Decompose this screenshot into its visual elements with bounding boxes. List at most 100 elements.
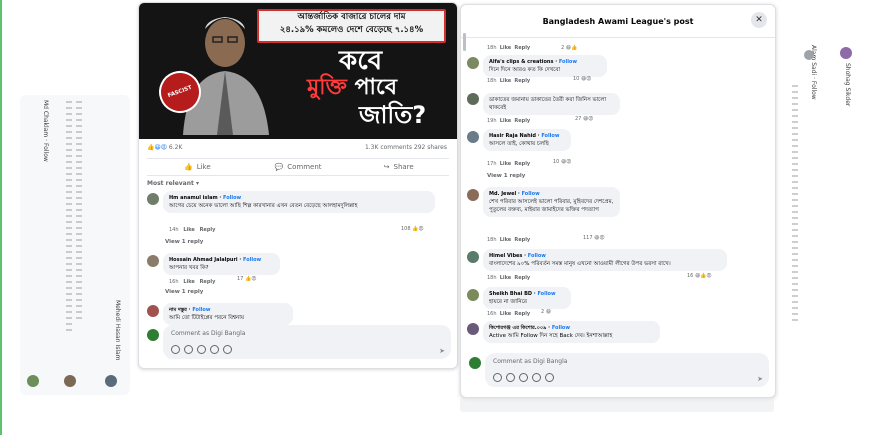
gif-icon[interactable] [532, 373, 541, 382]
follow-link[interactable]: Follow [243, 257, 261, 263]
comment-composer[interactable]: Comment as Digi Bangla ➤ [163, 325, 451, 359]
avatar[interactable] [467, 323, 479, 335]
view-replies-link[interactable]: View 1 reply [165, 289, 203, 295]
comment-reactions[interactable]: 17 👍😡 [237, 276, 256, 282]
comment-bubble: Sheikh Bhai BD · Follow হায়রে না জানিরে [483, 287, 571, 309]
comment-like-link[interactable]: Like [183, 227, 194, 233]
comment-reply-link[interactable]: Reply [514, 78, 530, 84]
comment-time[interactable]: 14h [169, 227, 179, 233]
comment-time[interactable]: 16h [487, 311, 497, 317]
comment-author[interactable]: Alfa's clips & creations [489, 59, 553, 65]
comment-like-link[interactable]: Like [500, 311, 511, 317]
avatar[interactable] [64, 375, 76, 387]
comment-like-link[interactable]: Like [500, 118, 511, 124]
comment-reply-link[interactable]: Reply [514, 275, 530, 281]
comment-author[interactable]: Sheikh Bhai BD [489, 291, 532, 297]
comment-reactions[interactable]: 2 😆👍 [561, 45, 577, 51]
avatar[interactable] [147, 305, 159, 317]
avatar[interactable] [467, 131, 479, 143]
emoji-icon[interactable] [184, 345, 193, 354]
comment-author[interactable]: Hossain Ahmad Jalalpuri [169, 257, 238, 263]
comment-text: আমি তো টিটাইপ্লের পরনে বিশ্বনায় [169, 315, 245, 321]
comment-author[interactable]: কিশোরগঞ্জ এর কিশোর.০০৯ [489, 325, 546, 331]
send-icon[interactable]: ➤ [757, 375, 763, 383]
follow-link[interactable]: Follow [192, 307, 210, 313]
avatar[interactable] [467, 289, 479, 301]
avatar[interactable] [840, 47, 852, 59]
comment-time[interactable]: 17h [487, 161, 497, 167]
comment-reactions[interactable]: 27 😆😡 [575, 116, 593, 122]
comment-reply-link[interactable]: Reply [200, 227, 216, 233]
follow-link[interactable]: Follow [528, 253, 546, 259]
comment-like-link[interactable]: Like [500, 45, 511, 51]
comment-reply-link[interactable]: Reply [200, 279, 216, 285]
comment-reply-link[interactable]: Reply [514, 311, 530, 317]
comment-reply-link[interactable]: Reply [514, 45, 530, 51]
comment-like-link[interactable]: Like [183, 279, 194, 285]
follow-link[interactable]: Follow [537, 291, 555, 297]
follow-link[interactable]: Follow [223, 195, 241, 201]
avatar-sticker-icon[interactable] [493, 373, 502, 382]
camera-icon[interactable] [197, 345, 206, 354]
comment-time[interactable]: 18h [487, 78, 497, 84]
follow-link[interactable]: Follow [522, 191, 540, 197]
close-button[interactable]: ✕ [751, 12, 767, 28]
share-button[interactable]: ↪ Share [348, 159, 449, 175]
comment-reactions[interactable]: 10 😆😡 [573, 76, 591, 82]
camera-icon[interactable] [519, 373, 528, 382]
comment-time[interactable]: 18h [487, 45, 497, 51]
sort-dropdown[interactable]: Most relevant ▾ [147, 180, 199, 187]
comment-reply-link[interactable]: Reply [514, 118, 530, 124]
emoji-icon[interactable] [506, 373, 515, 382]
send-icon[interactable]: ➤ [439, 347, 445, 355]
comment-time[interactable]: 18h [487, 275, 497, 281]
comment-reply-link[interactable]: Reply [514, 161, 530, 167]
sticker-icon[interactable] [223, 345, 232, 354]
reactions-count[interactable]: 6.2K [169, 144, 182, 151]
comment-reactions[interactable]: 2 😆 [541, 309, 551, 315]
comment-like-link[interactable]: Like [500, 275, 511, 281]
follow-link[interactable]: Follow [541, 133, 559, 139]
follow-link[interactable]: Follow [559, 59, 577, 65]
avatar-sticker-icon[interactable] [171, 345, 180, 354]
avatar[interactable] [467, 93, 479, 105]
comments-shares-count[interactable]: 1.3K comments 292 shares [365, 144, 447, 151]
comment-reactions[interactable]: 10 😆😡 [553, 159, 571, 165]
page-avatar[interactable] [147, 329, 159, 341]
page-avatar[interactable] [469, 357, 481, 369]
post-image[interactable]: FASCIST আন্তর্জাতিক বাজারে চালের দাম ২৪.… [139, 3, 457, 139]
comment-composer[interactable]: Comment as Digi Bangla ➤ [485, 353, 769, 387]
avatar[interactable] [467, 251, 479, 263]
avatar[interactable] [27, 375, 39, 387]
comment-like-link[interactable]: Like [500, 78, 511, 84]
comment-button[interactable]: 💬 Comment [248, 159, 349, 175]
reaction-icons[interactable]: 👍😆😡 [147, 144, 167, 151]
comment-reactions[interactable]: 16 😆👍😡 [687, 273, 712, 279]
comment-reply-link[interactable]: Reply [514, 237, 530, 243]
avatar[interactable] [105, 375, 117, 387]
scrollbar[interactable] [463, 33, 466, 51]
comment-reactions[interactable]: 108 👍😡 [401, 226, 424, 232]
sticker-icon[interactable] [545, 373, 554, 382]
comment-author[interactable]: Hm anamul islam [169, 195, 218, 201]
gif-icon[interactable] [210, 345, 219, 354]
comment-time[interactable]: 16h [169, 279, 179, 285]
comment-like-link[interactable]: Like [500, 237, 511, 243]
comment-time[interactable]: 18h [487, 237, 497, 243]
comment-author[interactable]: Himel Vibes [489, 253, 522, 259]
comment-author[interactable]: Md. Jewel [489, 191, 516, 197]
avatar[interactable] [804, 50, 814, 60]
view-replies-link[interactable]: View 1 reply [165, 239, 203, 245]
follow-link[interactable]: Follow [552, 325, 570, 331]
comment-author[interactable]: Hasir Raja Nahid [489, 133, 536, 139]
comment-reactions[interactable]: 117 😆😡 [583, 235, 605, 241]
avatar[interactable] [467, 189, 479, 201]
comment-author[interactable]: নাম দস্তুর [169, 307, 187, 313]
like-button[interactable]: 👍 Like [147, 159, 248, 175]
comment-like-link[interactable]: Like [500, 161, 511, 167]
view-replies-link[interactable]: View 1 reply [487, 173, 525, 179]
comment-time[interactable]: 19h [487, 118, 497, 124]
avatar[interactable] [147, 255, 159, 267]
avatar[interactable] [147, 193, 159, 205]
avatar[interactable] [467, 57, 479, 69]
